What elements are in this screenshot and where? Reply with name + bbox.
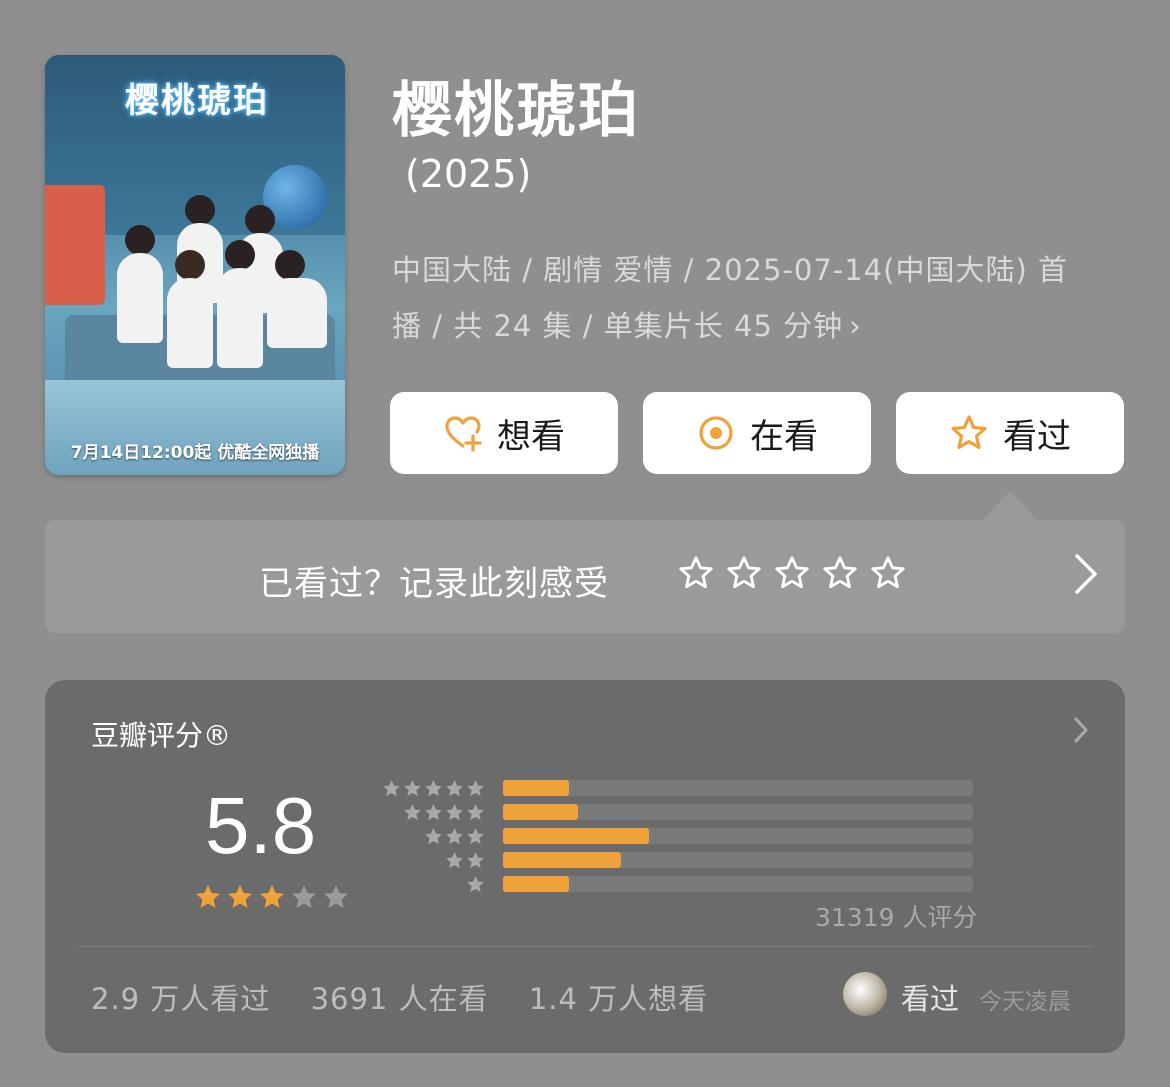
rating-count: 31319 人评分 — [815, 903, 978, 932]
popover-pointer — [982, 491, 1038, 521]
meta-line-1: 中国大陆 / 剧情 爱情 / 2025-07-14(中国大陆) 首 — [392, 253, 1069, 287]
rating-stars-input[interactable] — [677, 554, 907, 592]
star-outline-icon[interactable] — [869, 554, 907, 592]
chevron-right-icon[interactable] — [1073, 552, 1099, 596]
poster-caption: 7月14日12:00起 优酷全网独播 — [70, 443, 320, 463]
star-icon — [425, 804, 442, 821]
watching-label: 在看 — [750, 416, 818, 457]
rating-bar-track — [503, 876, 973, 892]
star-icon — [425, 828, 442, 845]
rating-header: 豆瓣评分® — [91, 719, 232, 752]
user-status: 看过 — [901, 982, 960, 1016]
rating-bar-track — [503, 804, 973, 820]
star-icon — [383, 780, 400, 797]
target-icon — [699, 416, 733, 450]
watching-count[interactable]: 3691 人在看 — [311, 982, 489, 1016]
rating-score: 5.8 — [205, 781, 317, 870]
chevron-right-icon[interactable] — [1073, 716, 1089, 744]
star-icon — [467, 780, 484, 797]
heart-plus-icon — [445, 416, 482, 452]
star-icon — [228, 885, 252, 908]
rating-bar — [503, 828, 649, 844]
star-outline-icon[interactable] — [821, 554, 859, 592]
star-icon — [446, 780, 463, 797]
star-icon — [446, 852, 463, 869]
rating-bar-track — [503, 852, 973, 868]
poster-image[interactable]: 樱桃琥珀 7月14日12:00起 优酷全网独播 — [45, 55, 345, 475]
rating-bar-track — [503, 780, 973, 796]
star-icon — [467, 804, 484, 821]
star-icon — [446, 828, 463, 845]
poster-cast — [75, 195, 335, 395]
star-icon — [425, 780, 442, 797]
meta-line-2: 播 / 共 24 集 / 单集片长 45 分钟 › — [392, 309, 862, 343]
page-title: 樱桃琥珀 — [392, 76, 640, 146]
star-icon — [467, 852, 484, 869]
avatar[interactable] — [843, 972, 887, 1016]
record-prompt: 已看过？记录此刻感受 — [259, 564, 609, 604]
watch-stats: 2.9 万人看过 3691 人在看 1.4 万人想看 — [91, 976, 738, 1018]
star-outline-icon[interactable] — [725, 554, 763, 592]
star-icon — [404, 804, 421, 821]
star-icon — [446, 804, 463, 821]
star-level-label — [402, 802, 486, 823]
watching-button[interactable]: 在看 — [643, 392, 871, 474]
record-rating-panel[interactable]: 已看过？记录此刻感受 — [45, 520, 1125, 633]
want-to-watch-button[interactable]: 想看 — [390, 392, 618, 474]
star-icon — [467, 876, 484, 893]
user-status-time: 今天凌晨 — [979, 989, 1071, 1015]
divider — [77, 946, 1093, 947]
douban-rating-card[interactable]: 豆瓣评分® 5.8 31319 人评分 2.9 万人看过 3691 人在看 1.… — [45, 680, 1125, 1053]
rating-bar — [503, 852, 621, 868]
star-outline-icon[interactable] — [677, 554, 715, 592]
star-level-label — [381, 778, 486, 799]
star-level-label — [444, 850, 486, 871]
rating-bar-track — [503, 828, 973, 844]
poster-title: 樱桃琥珀 — [125, 81, 269, 121]
watched-label: 看过 — [1003, 416, 1071, 457]
star-outline-icon[interactable] — [773, 554, 811, 592]
want-to-watch-label: 想看 — [497, 416, 565, 457]
rating-bar — [503, 804, 579, 820]
watched-count[interactable]: 2.9 万人看过 — [91, 982, 270, 1016]
star-level-label — [465, 874, 486, 895]
star-icon — [404, 780, 421, 797]
meta-info[interactable]: 中国大陆 / 剧情 爱情 / 2025-07-14(中国大陆) 首 播 / 共 … — [392, 242, 1112, 354]
star-icon — [292, 885, 316, 908]
star-level-label — [423, 826, 486, 847]
rating-bar — [503, 780, 569, 796]
release-year: (2025) — [405, 152, 532, 196]
star-icon — [467, 828, 484, 845]
star-icon — [196, 885, 220, 908]
rating-stars — [193, 882, 351, 912]
star-icon — [260, 885, 284, 908]
want-count[interactable]: 1.4 万人想看 — [529, 982, 708, 1016]
star-icon — [324, 885, 348, 908]
watched-button[interactable]: 看过 — [896, 392, 1124, 474]
rating-bar — [503, 876, 569, 892]
chevron-right-icon: › — [849, 309, 862, 343]
star-outline-icon — [951, 415, 987, 450]
